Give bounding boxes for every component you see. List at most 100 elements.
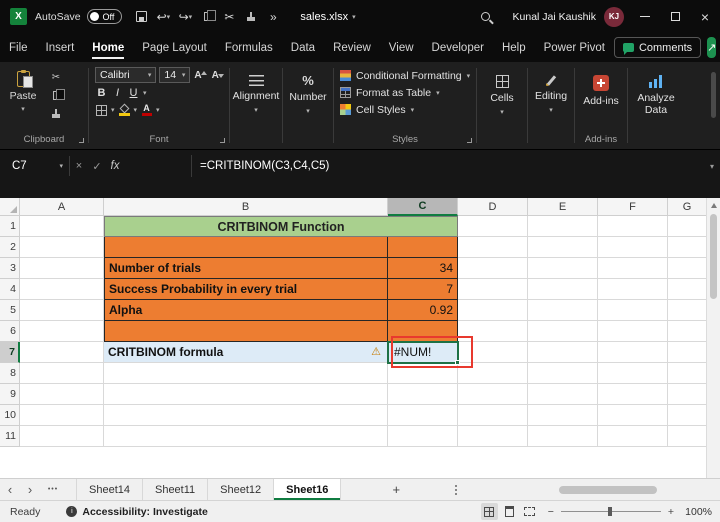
cell[interactable] <box>458 405 528 426</box>
tab-splitter-handle[interactable] <box>455 479 458 500</box>
cell[interactable] <box>598 300 668 321</box>
cells-button[interactable]: Cells ▾ <box>477 62 527 149</box>
analyze-data-button[interactable]: Analyze Data <box>628 62 684 149</box>
tab-formulas[interactable]: Formulas <box>216 33 282 62</box>
new-sheet-button[interactable]: + <box>383 479 409 500</box>
cell[interactable] <box>458 363 528 384</box>
cell[interactable] <box>458 216 528 237</box>
tab-view[interactable]: View <box>380 33 423 62</box>
cell[interactable] <box>388 426 458 447</box>
cell[interactable] <box>388 363 458 384</box>
copy-button[interactable] <box>196 5 218 29</box>
cell[interactable] <box>528 300 598 321</box>
page-layout-view-button[interactable] <box>501 503 518 520</box>
horizontal-scrollbar-thumb[interactable] <box>559 486 658 494</box>
cell[interactable] <box>104 405 388 426</box>
cell[interactable] <box>668 405 706 426</box>
save-button[interactable] <box>130 5 152 29</box>
dialog-launcher-icon[interactable] <box>467 138 472 143</box>
fill-handle[interactable] <box>455 360 460 365</box>
cell[interactable] <box>528 237 598 258</box>
horizontal-scrollbar[interactable] <box>469 485 706 494</box>
tab-data[interactable]: Data <box>282 33 324 62</box>
sheet-list-button[interactable]: ••• <box>40 479 66 500</box>
cell[interactable] <box>598 363 668 384</box>
cell[interactable] <box>528 216 598 237</box>
format-painter-button[interactable] <box>46 106 66 121</box>
cell[interactable] <box>598 426 668 447</box>
cell-c6[interactable] <box>388 321 458 342</box>
row-header[interactable]: 2 <box>0 237 20 258</box>
cell[interactable] <box>458 258 528 279</box>
row-header[interactable]: 9 <box>0 384 20 405</box>
decrease-font-button[interactable]: A <box>211 70 225 81</box>
cell-b6[interactable] <box>104 321 388 342</box>
cell-a1[interactable] <box>20 216 104 237</box>
select-all-corner[interactable] <box>0 198 20 216</box>
cell[interactable] <box>458 279 528 300</box>
italic-button[interactable]: I <box>111 86 124 100</box>
row-header[interactable]: 1 <box>0 216 20 237</box>
warning-icon[interactable]: ⚠ <box>371 346 381 358</box>
font-name-select[interactable]: Calibri ▾ <box>95 67 157 83</box>
cell-a7[interactable] <box>20 342 104 363</box>
cell[interactable] <box>20 384 104 405</box>
cell[interactable] <box>528 342 598 363</box>
cut-button[interactable]: ✂ <box>46 70 66 85</box>
cell-b7[interactable]: CRITBINOM formula ⚠ <box>104 342 388 363</box>
cell[interactable] <box>668 300 706 321</box>
format-as-table-button[interactable]: Format as Table ▾ <box>340 84 476 101</box>
format-painter-button[interactable] <box>240 5 262 29</box>
cell[interactable] <box>104 384 388 405</box>
cell[interactable] <box>668 258 706 279</box>
cell-a2[interactable] <box>20 237 104 258</box>
scroll-up-icon[interactable] <box>711 203 717 208</box>
cell-b2[interactable] <box>104 237 388 258</box>
font-size-select[interactable]: 14 ▾ <box>159 67 191 83</box>
cell[interactable] <box>668 342 706 363</box>
cell[interactable] <box>668 321 706 342</box>
cell[interactable] <box>668 384 706 405</box>
redo-button[interactable]: ↪ ▾ <box>174 5 196 29</box>
cell[interactable] <box>598 258 668 279</box>
cell[interactable] <box>458 384 528 405</box>
vertical-scrollbar-thumb[interactable] <box>710 214 717 299</box>
conditional-formatting-button[interactable]: Conditional Formatting ▾ <box>340 67 476 84</box>
row-header[interactable]: 6 <box>0 321 20 342</box>
cell[interactable] <box>598 279 668 300</box>
avatar[interactable]: KJ <box>604 6 624 27</box>
cell-c7-selected[interactable]: #NUM! <box>388 342 458 363</box>
cell[interactable] <box>668 426 706 447</box>
alignment-button[interactable]: Alignment ▾ <box>230 62 282 149</box>
share-button[interactable]: ↗ <box>707 37 717 58</box>
number-button[interactable]: % Number ▾ <box>283 62 333 149</box>
underline-button[interactable]: U <box>127 86 140 100</box>
autosave-toggle[interactable]: Off <box>86 9 123 24</box>
row-header[interactable]: 11 <box>0 426 20 447</box>
col-header-c[interactable]: C <box>388 198 458 216</box>
col-header-e[interactable]: E <box>528 198 598 216</box>
cell[interactable] <box>528 384 598 405</box>
col-header-f[interactable]: F <box>598 198 668 216</box>
tab-file[interactable]: File <box>0 33 37 62</box>
zoom-slider-thumb[interactable] <box>607 507 612 516</box>
tab-review[interactable]: Review <box>324 33 380 62</box>
tab-insert[interactable]: Insert <box>37 33 84 62</box>
cell-a3[interactable] <box>20 258 104 279</box>
font-color-button[interactable]: A <box>140 103 153 117</box>
cell[interactable] <box>20 405 104 426</box>
row-header[interactable]: 7 <box>0 342 20 363</box>
cell[interactable] <box>528 363 598 384</box>
tab-power-pivot[interactable]: Power Pivot <box>535 33 614 62</box>
enter-button[interactable]: ✓ <box>88 156 106 176</box>
cell[interactable] <box>104 363 388 384</box>
cell[interactable] <box>20 426 104 447</box>
ribbon-scrollbar[interactable] <box>711 72 716 118</box>
vertical-scrollbar[interactable] <box>706 198 720 478</box>
cell[interactable] <box>668 237 706 258</box>
row-header[interactable]: 4 <box>0 279 20 300</box>
cell[interactable] <box>20 363 104 384</box>
row-header[interactable]: 8 <box>0 363 20 384</box>
cell-a4[interactable] <box>20 279 104 300</box>
cell[interactable] <box>668 363 706 384</box>
